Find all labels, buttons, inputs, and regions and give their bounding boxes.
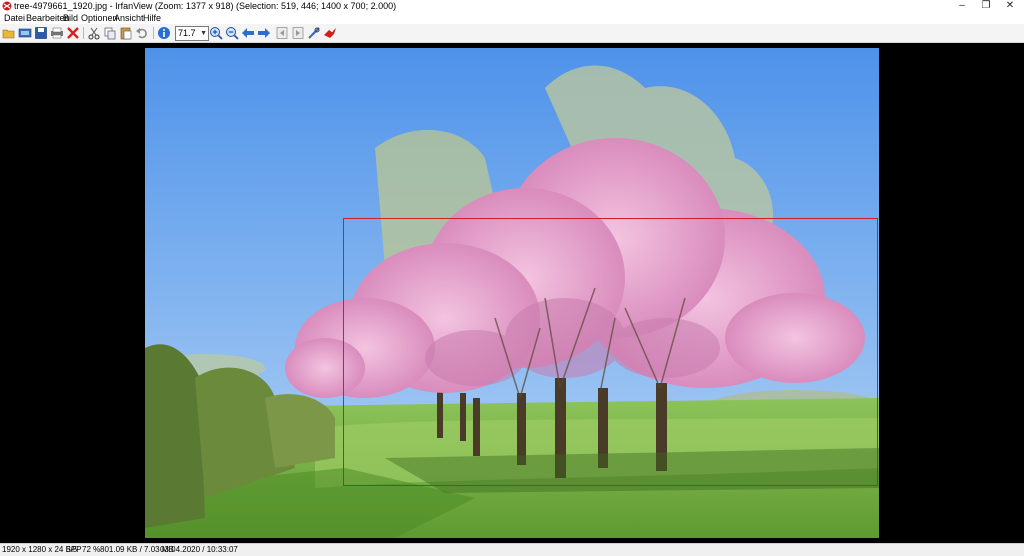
toolbar-separator [83,27,84,39]
next-icon[interactable] [257,26,271,40]
delete-icon[interactable] [66,26,80,40]
settings-icon[interactable] [307,26,321,40]
open-folder-icon[interactable] [2,26,16,40]
page-first-icon[interactable] [275,26,289,40]
toolbar: 71.7 ▼ [0,24,1024,43]
cut-icon[interactable] [87,26,101,40]
zoom-in-icon[interactable] [209,26,223,40]
irfanview-app-icon [2,1,12,11]
toolbar-separator [153,27,154,39]
menu-bar: Datei Bearbeiten Bild Optionen Ansicht H… [0,12,1024,24]
previous-icon[interactable] [241,26,255,40]
page-last-icon[interactable] [291,26,305,40]
menu-bild[interactable]: Bild [63,12,78,24]
selection-rectangle[interactable] [343,218,878,486]
print-icon[interactable] [50,26,64,40]
slideshow-icon[interactable] [18,26,32,40]
status-datetime: 03.04.2020 / 10:33:07 [160,545,238,554]
menu-hilfe[interactable]: Hilfe [143,12,161,24]
menu-datei[interactable]: Datei [4,12,25,24]
status-index: 5/5 [66,545,78,554]
save-icon[interactable] [34,26,48,40]
chevron-down-icon[interactable]: ▼ [200,27,207,40]
close-button[interactable]: ✕ [996,0,1024,12]
title-bar: tree-4979661_1920.jpg - IrfanView (Zoom:… [0,0,1024,12]
menu-optionen[interactable]: Optionen [81,12,118,24]
paste-icon[interactable] [119,26,133,40]
irfanview-logo-icon[interactable] [323,26,337,40]
undo-icon[interactable] [135,26,149,40]
status-bar: 1920 x 1280 x 24 BPP 5/5 72 % 801.09 KB … [0,543,1024,556]
zoom-combobox[interactable]: 71.7 ▼ [175,26,209,41]
zoom-value: 71.7 [178,28,196,38]
window-title: tree-4979661_1920.jpg - IrfanView (Zoom:… [14,1,397,11]
info-icon[interactable] [157,26,171,40]
copy-icon[interactable] [103,26,117,40]
zoom-out-icon[interactable] [225,26,239,40]
menu-ansicht[interactable]: Ansicht [114,12,144,24]
status-zoom: 72 % [82,545,101,554]
